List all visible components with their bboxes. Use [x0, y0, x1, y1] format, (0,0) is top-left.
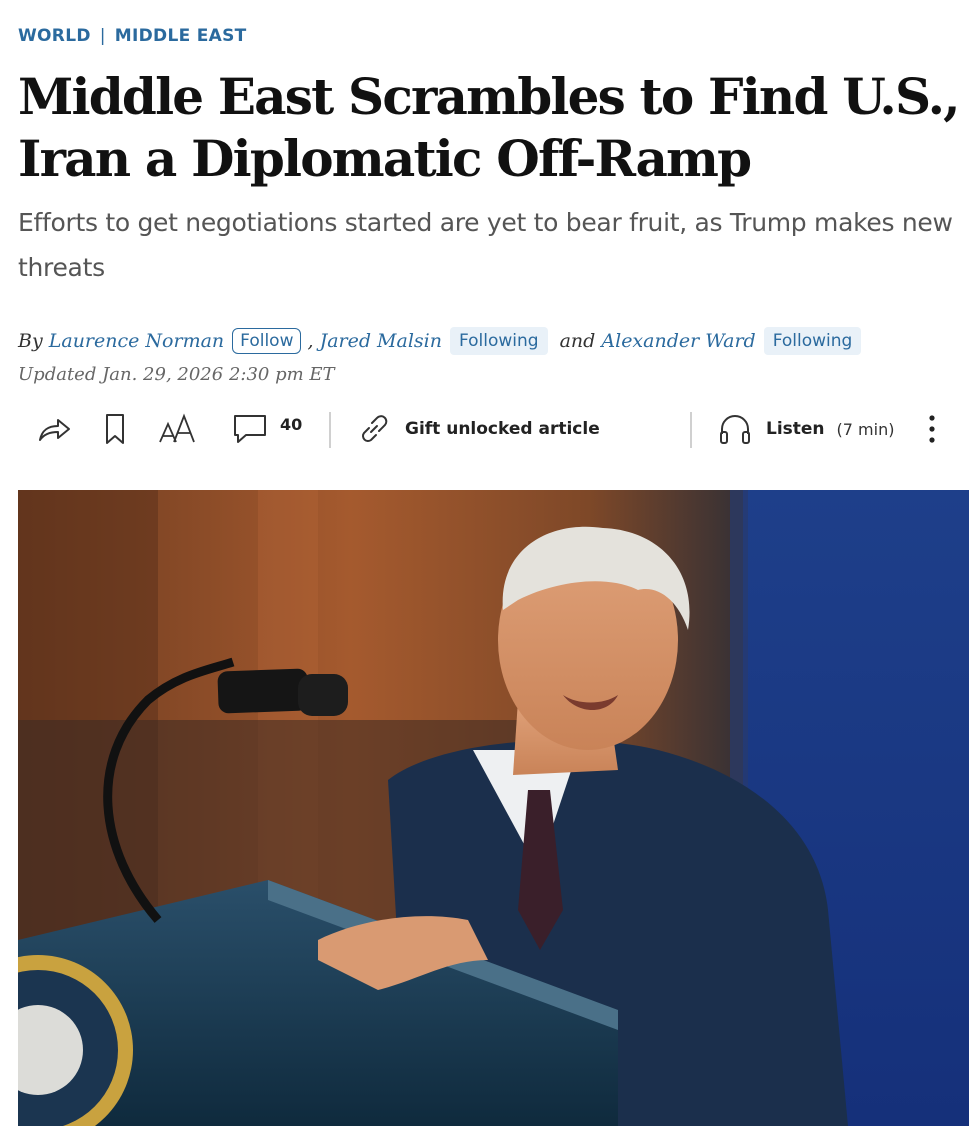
more-vertical-icon	[922, 410, 942, 448]
share-button[interactable]	[36, 414, 72, 444]
gift-article-label: Gift unlocked article	[405, 419, 600, 439]
author-laurence-norman[interactable]: Laurence Norman	[49, 330, 224, 352]
breadcrumb: WORLD | MIDDLE EAST	[18, 26, 247, 46]
byline-by: By	[18, 330, 43, 352]
headline-line-2: Iran a Diplomatic Off-Ramp	[18, 129, 752, 188]
gift-article-button[interactable]: Gift unlocked article	[357, 412, 600, 446]
comments-button[interactable]: 40	[232, 413, 302, 445]
listen-duration: (7 min)	[836, 419, 895, 439]
headphones-icon	[718, 412, 752, 446]
text-size-button[interactable]	[158, 412, 198, 446]
more-options-button[interactable]	[922, 410, 942, 448]
breadcrumb-middle-east[interactable]: MIDDLE EAST	[115, 26, 247, 46]
listen-label: Listen	[766, 419, 825, 439]
hero-photo-illustration	[18, 490, 969, 1126]
headline-line-1: Middle East Scrambles to Find U.S.,	[18, 67, 961, 126]
hero-image	[18, 490, 969, 1126]
byline-comma: ,	[307, 330, 314, 352]
bookmark-icon	[104, 413, 126, 445]
listen-button[interactable]: Listen (7 min)	[718, 412, 894, 446]
following-button-alexander-ward[interactable]: Following	[763, 327, 862, 355]
article-headline: Middle East Scrambles to Find U.S., Iran…	[18, 66, 968, 190]
comment-icon	[232, 413, 268, 445]
article-toolbar: 40 Gift unlocked article Listen (7 min)	[0, 408, 976, 450]
byline: By Laurence Norman Follow, Jared Malsin Fo…	[18, 325, 869, 357]
breadcrumb-separator: |	[99, 26, 106, 46]
link-icon	[357, 412, 391, 446]
breadcrumb-world[interactable]: WORLD	[18, 26, 91, 46]
share-icon	[36, 414, 72, 444]
author-alexander-ward[interactable]: Alexander Ward	[601, 330, 755, 352]
toolbar-divider-2	[690, 412, 692, 448]
follow-button-laurence-norman[interactable]: Follow	[232, 328, 302, 354]
following-button-jared-malsin[interactable]: Following	[449, 327, 548, 355]
byline-and: and	[559, 330, 596, 352]
text-size-icon	[158, 412, 198, 446]
comments-count: 40	[280, 414, 303, 434]
author-jared-malsin[interactable]: Jared Malsin	[320, 330, 442, 352]
toolbar-divider	[329, 412, 331, 448]
bookmark-button[interactable]	[104, 413, 126, 445]
article-dek: Efforts to get negotiations started are …	[18, 208, 953, 282]
updated-timestamp: Updated Jan. 29, 2026 2:30 pm ET	[18, 364, 335, 385]
